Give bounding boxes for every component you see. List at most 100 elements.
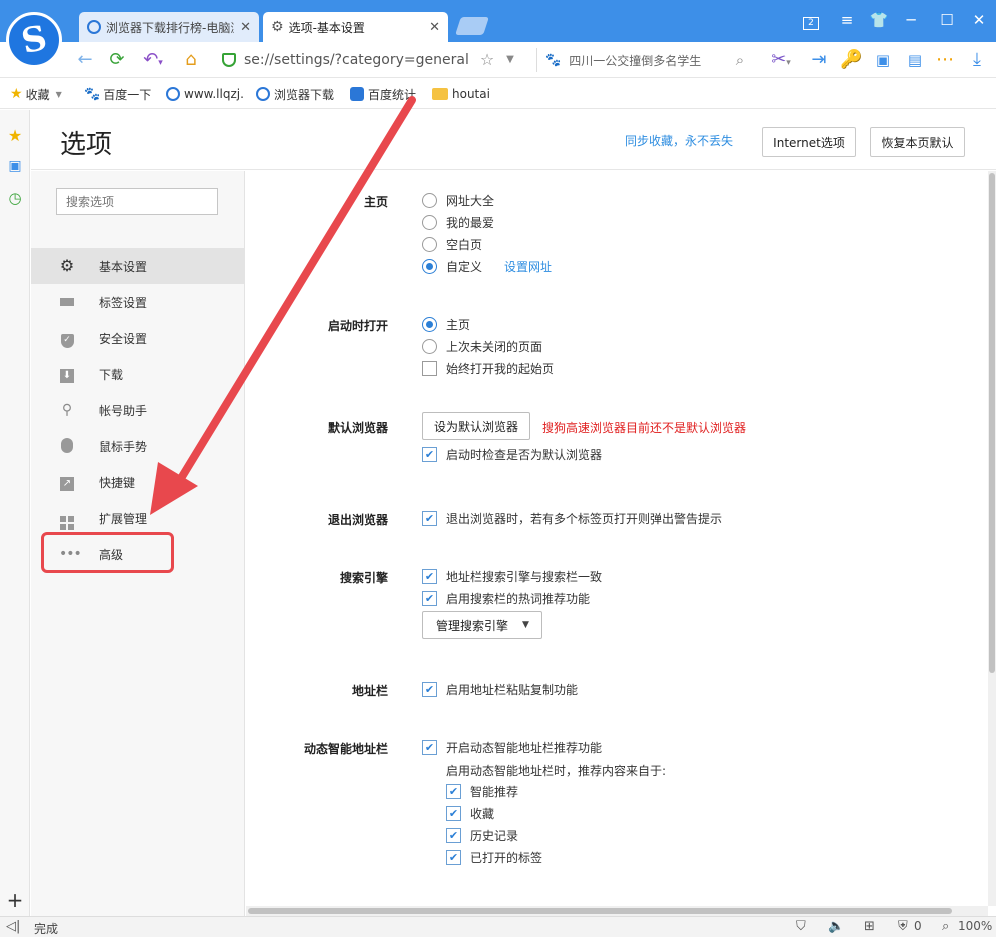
checkbox-checked[interactable]: ✔ [446,783,461,799]
sync-link[interactable]: 同步收藏，永不丢失 [625,132,733,149]
internet-options-button[interactable]: Internet选项 [762,127,856,157]
home-icon[interactable]: ⌂ [178,48,204,72]
checkbox-checked[interactable]: ✔ [422,446,437,462]
radio-startup-home[interactable]: 主页 [422,315,470,333]
bookmark-browser-download[interactable]: 浏览器下载 [256,85,334,103]
checkbox-smart-addressbar[interactable]: ✔ 开启动态智能地址栏推荐功能 [422,738,602,756]
star-bookmark-icon[interactable]: ☆ [476,48,498,72]
checkbox-paste-copy[interactable]: ✔ 启用地址栏粘贴复制功能 [422,680,578,698]
zoom-level[interactable]: 100% [958,919,992,933]
scroll-thumb[interactable] [248,908,952,914]
nav-item-security[interactable]: ✓ 安全设置 [31,320,244,356]
nav-item-download[interactable]: ⬇ 下载 [31,356,244,392]
set-url-link[interactable]: 设置网址 [504,258,552,275]
settings-search-input[interactable] [56,188,218,215]
horizontal-scrollbar[interactable] [246,906,988,916]
checkbox-checked[interactable]: ✔ [422,681,437,697]
more-menu-icon[interactable]: ⋯ [934,48,956,72]
translate-icon[interactable]: ▣ [872,48,894,72]
checkbox-checked[interactable]: ✔ [422,590,437,606]
tab-count-icon[interactable]: 2 [798,8,824,32]
checkbox-source-history[interactable]: ✔ 历史记录 [446,826,518,844]
key-icon: ⚲ [61,402,73,418]
checkbox-source-open-tabs[interactable]: ✔ 已打开的标签 [446,848,542,866]
search-input[interactable]: 🐾 四川一公交撞倒多名学生 [536,48,750,72]
checkbox-always-open-start[interactable]: 始终打开我的起始页 [422,359,554,377]
checkbox-checked[interactable]: ✔ [422,739,437,755]
radio-homepage-favorites[interactable]: 我的最爱 [422,213,494,231]
zoom-icon[interactable]: ⌕ [942,919,949,934]
radio-button[interactable] [422,338,437,354]
checkbox-exit-warning[interactable]: ✔ 退出浏览器时，若有多个标签页打开则弹出警告提示 [422,509,722,527]
radio-homepage-directory[interactable]: 网址大全 [422,191,494,209]
adblock-icon[interactable]: ⛨ [898,919,908,934]
bookmark-baidu[interactable]: 🐾 百度一下 [84,85,151,103]
sidebar-panel-icon[interactable]: ▤ [904,48,926,72]
restore-defaults-button[interactable]: 恢复本页默认 [870,127,965,157]
radio-homepage-blank[interactable]: 空白页 [422,235,482,253]
browser-logo-icon[interactable]: S [6,12,62,68]
screenshot-icon[interactable]: ✂▾ [764,48,798,72]
close-window-icon[interactable]: ✕ [966,8,992,32]
nav-item-extensions[interactable]: 扩展管理 [31,500,244,536]
checkbox-checked[interactable]: ✔ [446,849,461,865]
tab-settings[interactable]: ⚙ 选项-基本设置 ✕ [263,12,448,42]
checkbox-checked[interactable]: ✔ [422,568,437,584]
checkbox-smart-recommend[interactable]: ✔ 智能推荐 [446,782,518,800]
checkbox-source-favorites[interactable]: ✔ 收藏 [446,804,494,822]
nav-item-tabs[interactable]: 标签设置 [31,284,244,320]
checkbox-checked[interactable]: ✔ [446,805,461,821]
radio-button[interactable] [422,214,437,230]
back-icon[interactable]: ← [72,48,98,72]
login-icon[interactable]: ⇥ [808,48,830,72]
nav-item-account[interactable]: ⚲ 帐号助手 [31,392,244,428]
add-icon[interactable]: + [5,890,25,910]
minimize-icon[interactable]: ─ [898,8,924,32]
radio-startup-last-session[interactable]: 上次未关闭的页面 [422,337,542,355]
favorites-star-icon[interactable]: ★ [5,126,25,146]
radio-button[interactable] [422,236,437,252]
section-label-smart-addressbar: 动态智能地址栏 [303,742,388,756]
set-default-browser-button[interactable]: 设为默认浏览器 [422,412,530,440]
radio-button[interactable] [422,258,437,274]
nav-item-mouse-gesture[interactable]: 鼠标手势 [31,428,244,464]
collapse-sidebar-icon[interactable]: ◁| [6,919,20,934]
skin-icon[interactable]: 👕 [866,8,892,32]
bookmark-favorites[interactable]: ★ 收藏 ▼ [10,85,62,103]
history-clock-icon[interactable]: ◷ [5,188,25,208]
menu-icon[interactable]: ≡ [834,8,860,32]
nav-item-general[interactable]: ⚙ 基本设置 [31,248,244,284]
checkbox[interactable] [422,360,437,376]
reader-icon[interactable]: ▣ [5,156,25,176]
checkbox-addressbar-search-sync[interactable]: ✔ 地址栏搜索引擎与搜索栏一致 [422,567,602,585]
chevron-down-icon[interactable]: ▼ [502,48,518,72]
bookmark-baidu-tongji[interactable]: 百度统计 [350,85,416,103]
vertical-scrollbar[interactable] [988,171,996,906]
search-icon[interactable]: ⌕ [730,48,750,72]
download-status-icon[interactable]: ⊞ [864,919,875,934]
refresh-icon[interactable]: ⟳ [104,48,130,72]
speaker-icon[interactable]: 🔈 [828,919,844,934]
bookmark-houtai[interactable]: houtai [432,85,490,103]
manage-search-engines-button[interactable]: 管理搜索引擎 ▼ [422,611,542,639]
checkbox-hotword-recommend[interactable]: ✔ 启用搜索栏的热词推荐功能 [422,589,590,607]
undo-close-icon[interactable]: ↶▾ [136,48,170,72]
radio-button[interactable] [422,316,437,332]
key-icon[interactable]: 🔑 [840,48,862,72]
close-icon[interactable]: ✕ [240,20,251,35]
bookmark-llqzj[interactable]: www.llqzj. [166,85,244,103]
checkbox-checked[interactable]: ✔ [446,827,461,843]
shield-status-icon[interactable]: ⛉ [796,919,806,934]
tab-download-ranking[interactable]: 浏览器下载排行榜-电脑浏览器 ✕ [79,12,259,42]
scroll-thumb[interactable] [989,173,995,673]
close-icon[interactable]: ✕ [429,20,440,35]
checkbox-checked[interactable]: ✔ [422,510,437,526]
title-bar: 浏览器下载排行榜-电脑浏览器 ✕ ⚙ 选项-基本设置 ✕ 2 ≡ 👕 ─ ☐ ✕ [0,0,996,42]
maximize-icon[interactable]: ☐ [934,8,960,32]
checkbox-check-default[interactable]: ✔ 启动时检查是否为默认浏览器 [422,445,602,463]
download-icon[interactable]: ⤓ [966,48,988,72]
nav-item-shortcuts[interactable]: ↗ 快捷键 [31,464,244,500]
new-tab-button[interactable] [455,17,489,35]
radio-homepage-custom[interactable]: 自定义 设置网址 [422,257,552,275]
radio-button[interactable] [422,192,437,208]
